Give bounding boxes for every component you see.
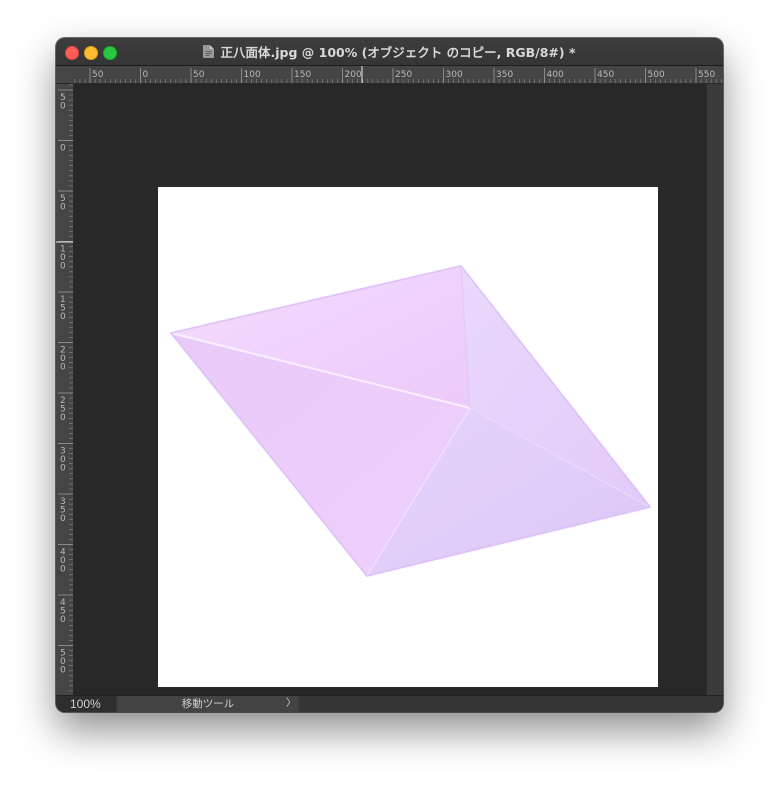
document-canvas[interactable] [158,187,658,687]
ruler-tick-label: 100 [244,70,261,80]
zoom-level-field[interactable]: 100% [56,696,116,712]
canvas-area[interactable] [74,84,706,696]
ruler-tick-label: 50 [193,70,205,80]
horizontal-ruler-ticks: 50 0 50 100 150 200 250 300 350 400 450 500 550 [59,66,722,83]
ruler-origin[interactable] [56,66,74,84]
ruler-tick-label: 50 [92,70,104,80]
ruler-tick-label: 300 [446,70,463,80]
octahedron-object[interactable] [158,187,658,687]
vertical-ruler-ticks: 500501001502002503003504004505005 [56,39,73,709]
ruler-tick-label: 400 [547,70,564,80]
horizontal-scrollbar[interactable] [300,696,723,712]
document-icon [203,45,215,58]
status-info-text: 移動ツール [118,696,298,712]
status-menu-arrow-icon[interactable]: 〉 [284,696,298,712]
title-bar[interactable]: 正八面体.jpg @ 100% (オブジェクト のコピー, RGB/8#) * [56,38,723,66]
ruler-tick-label: 0 [60,312,66,322]
ruler-tick-label: 0 [60,464,66,474]
ruler-tick-label: 250 [395,70,412,80]
vertical-ruler[interactable]: 500501001502002503003504004505005 [56,39,74,709]
ruler-tick-label: 0 [60,565,66,575]
ruler-tick-label: 0 [60,102,66,112]
ruler-tick-label: 550 [698,70,715,80]
ruler-tick-label: 0 [60,363,66,373]
ruler-tick-label: 0 [60,413,66,423]
ruler-tick-label: 200 [345,70,362,80]
ruler-tick-label: 450 [597,70,614,80]
ruler-tick-label: 0 [60,615,66,625]
ruler-tick-label: 0 [60,666,66,676]
ruler-tick-label: 500 [648,70,665,80]
ruler-tick-label: 0 [143,70,149,80]
vertical-scrollbar[interactable] [706,84,723,696]
ruler-tick-label: 0 [60,203,66,213]
octahedron-shape [169,265,652,577]
ruler-tick-label: 350 [496,70,513,80]
ruler-tick-label: 150 [294,70,311,80]
status-bar: 100% 移動ツール 〉 [56,695,723,712]
photoshop-document-window: 正八面体.jpg @ 100% (オブジェクト のコピー, RGB/8#) * … [56,38,723,712]
ruler-tick-label: 0 [60,262,66,272]
horizontal-ruler[interactable]: 50 0 50 100 150 200 250 300 350 400 450 500 550 [59,66,723,84]
ruler-tick-label: 0 [60,144,66,154]
window-title-group: 正八面体.jpg @ 100% (オブジェクト のコピー, RGB/8#) * [56,38,723,65]
window-title: 正八面体.jpg @ 100% (オブジェクト のコピー, RGB/8#) * [220,45,576,60]
ruler-tick-label: 0 [60,514,66,524]
